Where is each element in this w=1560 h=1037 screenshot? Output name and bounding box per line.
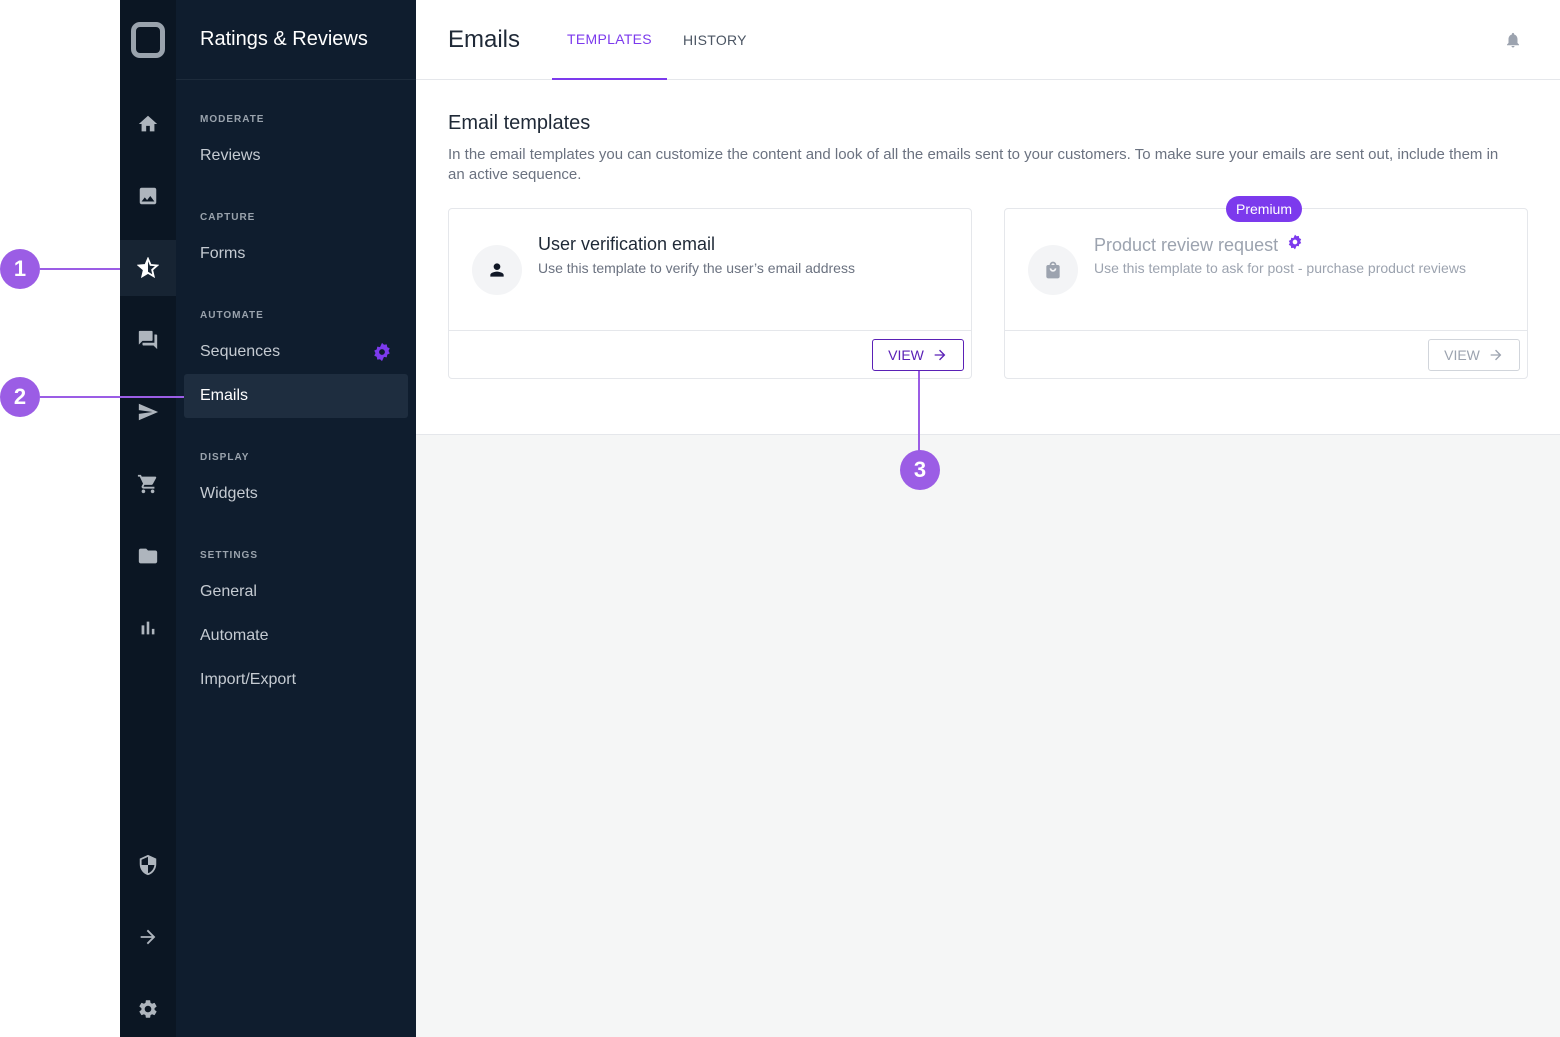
section-description: In the email templates you can customize… (448, 146, 1499, 183)
sidebar-item-label: Sequences (200, 343, 281, 360)
sidebar-item-automate[interactable]: Automate (184, 614, 408, 658)
star-icon[interactable] (120, 240, 176, 296)
sidebar-item-import-export[interactable]: Import/Export (184, 658, 408, 702)
section-label-moderate: MODERATE (200, 114, 265, 125)
content-background (416, 435, 1560, 1037)
card-body: User verification email Use this templat… (449, 209, 971, 331)
callout-1: 1 (0, 249, 40, 289)
arrow-right-icon (1490, 349, 1502, 361)
sidebar-item-general[interactable]: General (184, 570, 408, 614)
premium-badge-icon (374, 342, 390, 362)
section-label-display: DISPLAY (200, 452, 250, 463)
sidebar-item-widgets[interactable]: Widgets (184, 472, 408, 516)
card-subtitle: Use this template to verify the user’s e… (538, 260, 855, 276)
bell-icon[interactable] (1504, 30, 1522, 50)
sidebar-item-emails[interactable]: Emails (184, 374, 408, 418)
section-label-settings: SETTINGS (200, 550, 259, 561)
callout-line-2 (40, 396, 184, 398)
callout-line-1 (40, 268, 120, 270)
send-icon[interactable] (120, 384, 176, 440)
page-title: Emails (448, 26, 521, 53)
section-title: Email templates (448, 112, 591, 134)
view-button-label: VIEW (1444, 347, 1480, 363)
view-button[interactable]: VIEW (872, 339, 964, 371)
tab-templates[interactable]: TEMPLATES (552, 0, 667, 80)
chat-icon[interactable] (120, 312, 176, 368)
sidebar-header: Ratings & Reviews (176, 0, 416, 80)
sidebar-item-sequences[interactable]: Sequences (184, 330, 408, 374)
card-title: Product review request (1094, 234, 1303, 256)
sidebar-item-reviews[interactable]: Reviews (184, 134, 408, 178)
callout-line-3 (918, 371, 920, 451)
sidebar: Ratings & Reviews MODERATE Reviews CAPTU… (176, 0, 416, 1037)
premium-badge-icon (1288, 234, 1302, 250)
annotation-gutter (0, 0, 120, 1037)
arrow-right-icon (934, 349, 946, 361)
card-title-text: Product review request (1094, 235, 1279, 255)
shield-icon[interactable] (120, 837, 176, 893)
tab-history[interactable]: HISTORY (683, 0, 747, 80)
card-subtitle: Use this template to ask for post - purc… (1094, 260, 1466, 276)
section-label-capture: CAPTURE (200, 212, 256, 223)
callout-2: 2 (0, 377, 40, 417)
page-header: Emails TEMPLATES HISTORY (416, 0, 1560, 80)
image-icon[interactable] (120, 168, 176, 224)
app-title: Ratings & Reviews (200, 28, 368, 50)
template-card-product-review: Premium Product review request Use this … (1004, 196, 1528, 379)
template-card-user-verification: User verification email Use this templat… (448, 208, 972, 379)
user-icon (472, 245, 522, 295)
view-button-label: VIEW (888, 347, 924, 363)
cart-icon[interactable] (120, 456, 176, 512)
folder-icon[interactable] (120, 528, 176, 584)
icon-rail (120, 0, 176, 1037)
sidebar-item-forms[interactable]: Forms (184, 232, 408, 276)
card-title: User verification email (538, 234, 716, 254)
callout-3: 3 (900, 450, 940, 490)
home-icon[interactable] (120, 96, 176, 152)
arrow-right-icon[interactable] (120, 909, 176, 965)
section-label-automate: AUTOMATE (200, 310, 264, 321)
shopping-bag-icon (1028, 245, 1078, 295)
view-button-disabled[interactable]: VIEW (1428, 339, 1520, 371)
main-content: Email templates In the email templates y… (416, 80, 1560, 435)
gear-icon[interactable] (120, 981, 176, 1037)
bar-chart-icon[interactable] (120, 600, 176, 656)
app-logo-icon[interactable] (131, 22, 165, 58)
card-body: Product review request Use this template… (1005, 209, 1527, 331)
